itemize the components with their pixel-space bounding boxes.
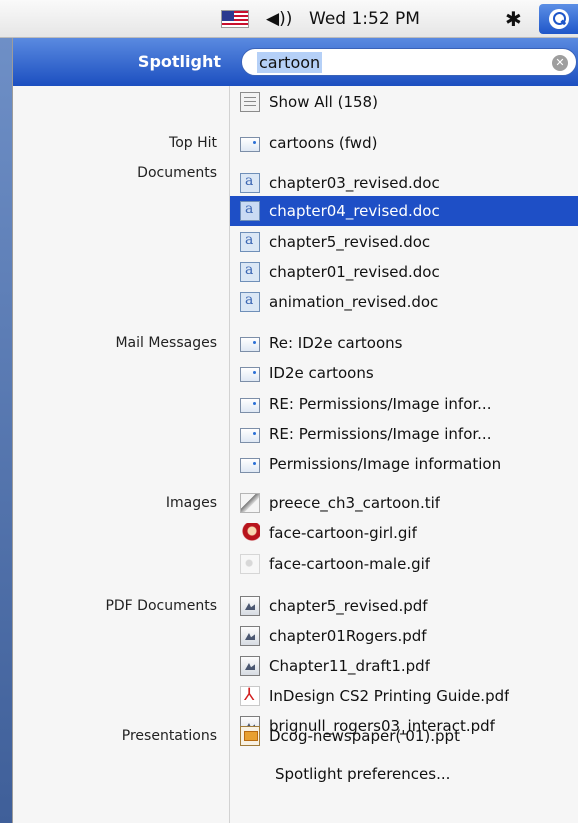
result-label: chapter5_revised.pdf xyxy=(269,597,428,615)
result-item[interactable]: Chapter11_draft1.pdf xyxy=(230,651,578,681)
result-label: chapter01Rogers.pdf xyxy=(269,627,427,645)
result-label: RE: Permissions/Image infor... xyxy=(269,425,492,443)
result-item[interactable]: chapter01Rogers.pdf xyxy=(230,621,578,651)
result-item[interactable]: chapter5_revised.doc xyxy=(230,227,578,257)
tif-image-icon xyxy=(240,493,260,513)
spotlight-icon xyxy=(548,9,569,29)
result-label: chapter5_revised.doc xyxy=(269,233,431,251)
category-pdf-documents: PDF Documents xyxy=(105,598,217,614)
spotlight-search-input[interactable]: cartoon ✕ xyxy=(241,48,577,76)
category-mail-messages: Mail Messages xyxy=(115,335,217,351)
volume-icon[interactable]: ◀︎)) xyxy=(266,0,292,38)
word-doc-icon xyxy=(240,292,260,312)
result-item[interactable]: chapter03_revised.doc xyxy=(230,168,578,198)
result-item[interactable]: cartoons (fwd) xyxy=(230,128,578,158)
result-item[interactable]: chapter5_revised.pdf xyxy=(230,591,578,621)
word-doc-icon xyxy=(240,201,260,221)
result-item[interactable]: face-cartoon-male.gif xyxy=(230,549,578,579)
powerpoint-icon xyxy=(240,726,260,746)
result-item[interactable]: Re: ID2e cartoons xyxy=(230,328,578,358)
mail-icon xyxy=(240,366,260,382)
word-doc-icon xyxy=(240,173,260,193)
word-doc-icon xyxy=(240,262,260,282)
result-label: face-cartoon-girl.gif xyxy=(269,524,417,542)
gif-image-icon xyxy=(240,554,260,574)
clear-search-icon[interactable]: ✕ xyxy=(552,55,568,71)
bluetooth-icon[interactable]: ✱ xyxy=(505,0,522,38)
result-item[interactable]: RE: Permissions/Image infor... xyxy=(230,419,578,449)
result-label: face-cartoon-male.gif xyxy=(269,555,431,573)
result-label: animation_revised.doc xyxy=(269,293,439,311)
result-item[interactable]: Permissions/Image information xyxy=(230,449,578,479)
mail-icon xyxy=(240,397,260,413)
result-label: cartoons (fwd) xyxy=(269,134,378,152)
result-label: Permissions/Image information xyxy=(269,455,502,473)
result-label: chapter03_revised.doc xyxy=(269,174,440,192)
spotlight-search-bar: Spotlight cartoon ✕ xyxy=(13,38,578,86)
acrobat-pdf-icon xyxy=(240,685,260,706)
mail-icon xyxy=(240,136,260,152)
show-all-icon xyxy=(240,92,260,112)
gif-image-icon xyxy=(240,523,260,543)
result-label: ID2e cartoons xyxy=(269,364,374,382)
result-item[interactable]: ID2e cartoons xyxy=(230,358,578,388)
result-item[interactable]: animation_revised.doc xyxy=(230,287,578,317)
word-doc-icon xyxy=(240,232,260,252)
spotlight-menu-button[interactable] xyxy=(539,4,578,34)
search-query-text: cartoon xyxy=(257,52,323,73)
result-label: chapter04_revised.doc xyxy=(269,202,440,220)
spotlight-title: Spotlight xyxy=(137,52,221,71)
result-item[interactable]: chapter01_revised.doc xyxy=(230,257,578,287)
pdf-icon xyxy=(240,596,260,616)
result-label: Dcog-newspaper('01).ppt xyxy=(269,727,460,745)
result-item[interactable]: RE: Permissions/Image infor... xyxy=(230,389,578,419)
mail-icon xyxy=(240,336,260,352)
spotlight-panel: Spotlight cartoon ✕ Top Hit Documents Ma… xyxy=(12,38,578,823)
result-item-selected[interactable]: chapter04_revised.doc xyxy=(230,196,578,226)
result-item[interactable]: preece_ch3_cartoon.tif xyxy=(230,488,578,518)
result-label: InDesign CS2 Printing Guide.pdf xyxy=(269,687,510,705)
result-item[interactable]: face-cartoon-girl.gif xyxy=(230,518,578,548)
category-images: Images xyxy=(165,495,217,511)
category-presentations: Presentations xyxy=(121,728,217,744)
result-label: preece_ch3_cartoon.tif xyxy=(269,494,441,512)
menu-clock[interactable]: Wed 1:52 PM xyxy=(309,0,420,38)
mail-icon xyxy=(240,427,260,443)
result-label: Chapter11_draft1.pdf xyxy=(269,657,430,675)
result-label: Show All (158) xyxy=(269,93,378,111)
pdf-icon xyxy=(240,626,260,646)
result-item[interactable]: Dcog-newspaper('01).ppt xyxy=(230,721,578,751)
result-label: RE: Permissions/Image infor... xyxy=(269,395,492,413)
result-label: chapter01_revised.doc xyxy=(269,263,440,281)
category-top-hit: Top Hit xyxy=(169,135,217,151)
spotlight-preferences-item[interactable]: Spotlight preferences... xyxy=(275,765,450,783)
mail-icon xyxy=(240,457,260,473)
pdf-icon xyxy=(240,656,260,676)
flag-icon[interactable] xyxy=(221,10,249,28)
result-show-all[interactable]: Show All (158) xyxy=(230,87,578,117)
desktop-background xyxy=(0,38,12,823)
result-label: Re: ID2e cartoons xyxy=(269,334,403,352)
category-documents: Documents xyxy=(137,165,217,181)
result-item[interactable]: InDesign CS2 Printing Guide.pdf xyxy=(230,681,578,711)
menu-bar: ◀︎)) Wed 1:52 PM ✱ xyxy=(0,0,578,38)
